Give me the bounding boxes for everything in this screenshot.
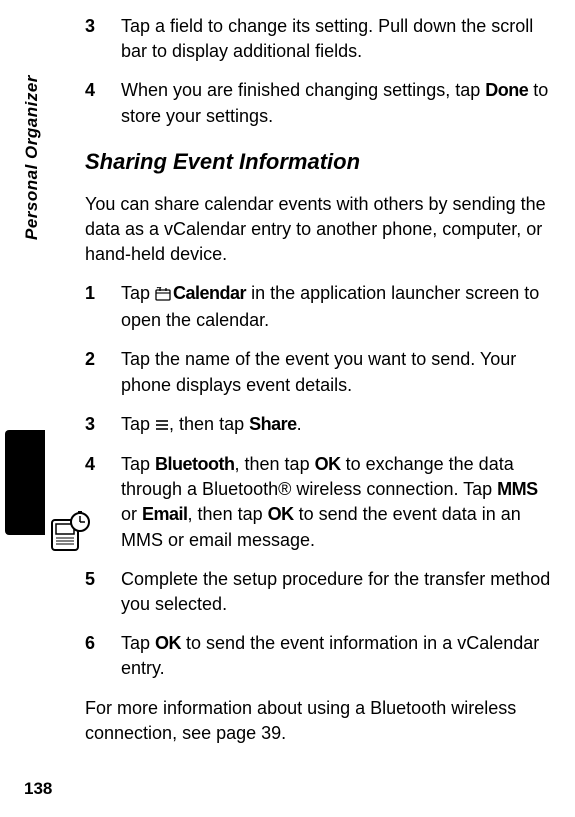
sidebar-section-label: Personal Organizer: [20, 220, 40, 420]
ui-label: Calendar: [173, 283, 246, 303]
step-item: 6 Tap OK to send the event information in…: [85, 631, 555, 681]
step-text: Tap a field to change its setting. Pull …: [121, 16, 533, 61]
step-number: 5: [85, 567, 95, 592]
step-text: Tap , then tap Share.: [121, 414, 302, 434]
step-text: Complete the setup procedure for the tra…: [121, 569, 550, 614]
step-text: Tap the name of the event you want to se…: [121, 349, 516, 394]
section-heading: Sharing Event Information: [85, 147, 555, 178]
step-item: 4 Tap Bluetooth, then tap OK to exchange …: [85, 452, 555, 553]
step-number: 4: [85, 78, 95, 103]
outro-paragraph: For more information about using a Bluet…: [85, 696, 555, 746]
ui-label: OK: [315, 454, 341, 474]
step-item: 5 Complete the setup procedure for the tr…: [85, 567, 555, 617]
ui-label: OK: [268, 504, 294, 524]
step-number: 4: [85, 452, 95, 477]
step-number: 6: [85, 631, 95, 656]
calendar-icon: [155, 283, 171, 308]
step-number: 3: [85, 14, 95, 39]
ui-label: Share: [249, 414, 297, 434]
main-steps-list: 1 Tap Calendar in the application launche…: [85, 281, 555, 681]
ui-label: Done: [485, 80, 528, 100]
menu-icon: [155, 413, 169, 438]
step-text: Tap OK to send the event information in …: [121, 633, 539, 678]
step-number: 2: [85, 347, 95, 372]
step-text: Tap Calendar in the application launcher…: [121, 283, 539, 330]
ui-label: Bluetooth: [155, 454, 234, 474]
page-body: 3 Tap a field to change its setting. Pull…: [85, 0, 555, 760]
top-steps-list: 3 Tap a field to change its setting. Pull…: [85, 14, 555, 129]
ui-label: Email: [142, 504, 188, 524]
step-text: When you are finished changing settings,…: [121, 80, 548, 125]
step-number: 3: [85, 412, 95, 437]
step-number: 1: [85, 281, 95, 306]
ui-label: OK: [155, 633, 181, 653]
step-item: 1 Tap Calendar in the application launche…: [85, 281, 555, 333]
sidebar-thumb-tab: [5, 430, 45, 535]
page-number: 138: [24, 777, 52, 801]
step-item: 3 Tap a field to change its setting. Pull…: [85, 14, 555, 64]
step-item: 3 Tap , then tap Share.: [85, 412, 555, 438]
intro-paragraph: You can share calendar events with other…: [85, 192, 555, 268]
step-item: 2 Tap the name of the event you want to s…: [85, 347, 555, 397]
step-text: Tap Bluetooth, then tap OK to exchange t…: [121, 454, 538, 550]
step-item: 4 When you are finished changing settings…: [85, 78, 555, 128]
ui-label: MMS: [497, 479, 538, 499]
